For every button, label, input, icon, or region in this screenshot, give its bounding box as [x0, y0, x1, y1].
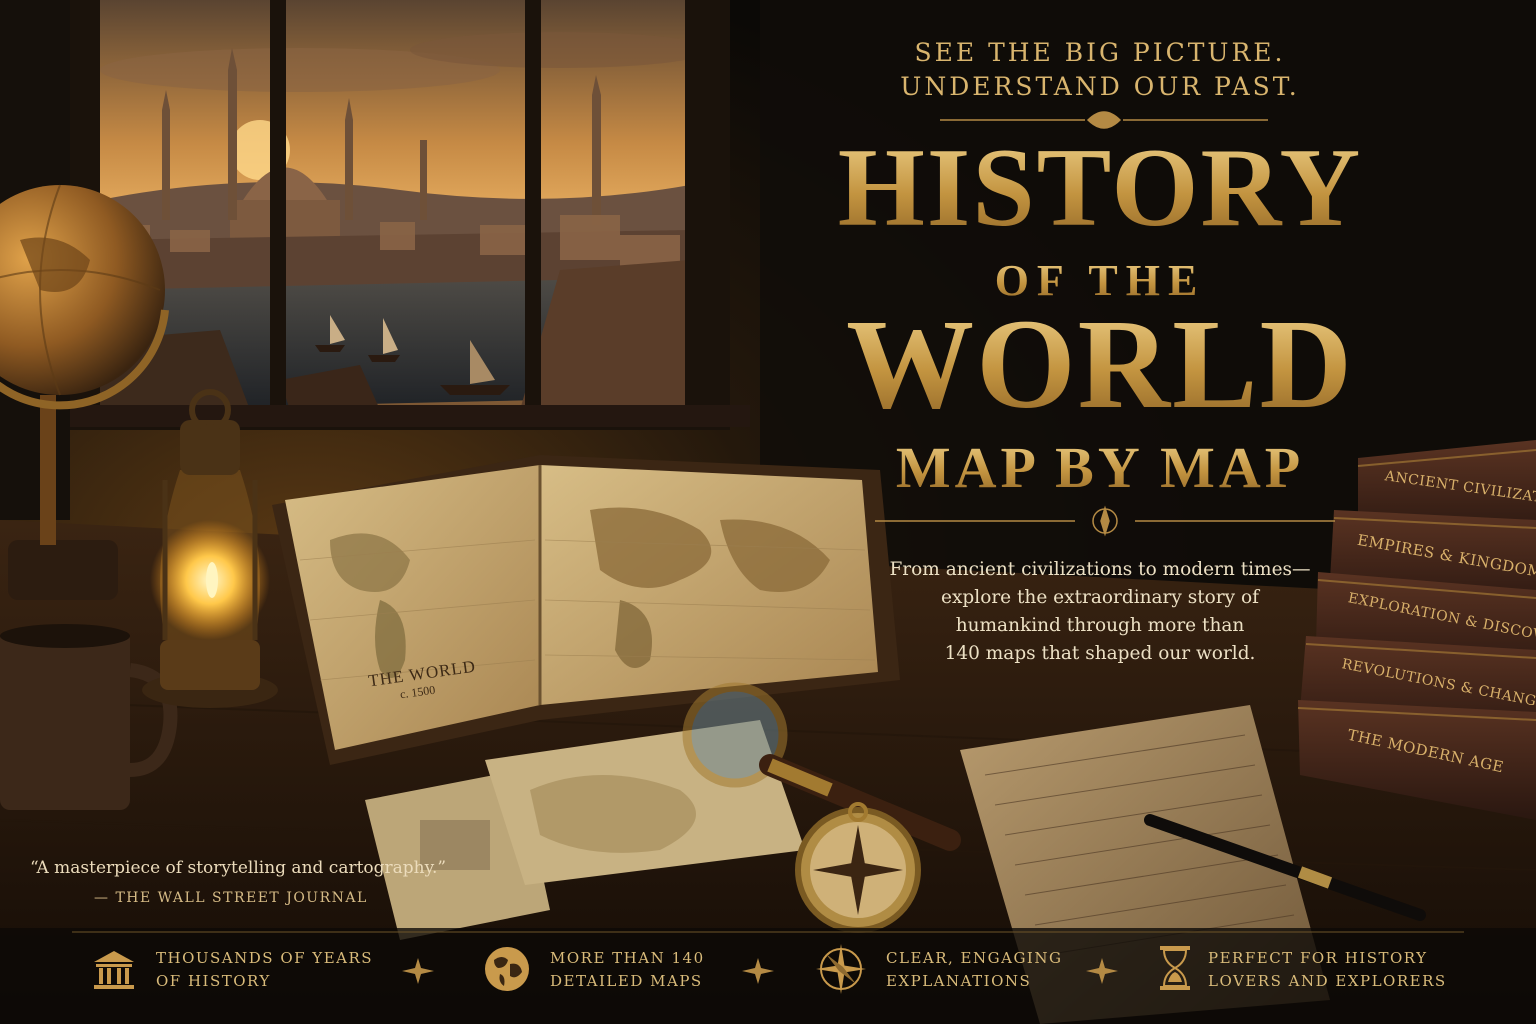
feature-history-line-1: THOUSANDS OF YEARS — [156, 949, 374, 967]
hourglass-icon — [1158, 944, 1192, 992]
feature-explanations: CLEAR, ENGAGING EXPLANATIONS — [886, 947, 1062, 993]
feature-history-line-2: OF HISTORY — [156, 972, 271, 990]
blurb-line-2: explore the extraordinary story of — [941, 587, 1259, 608]
review-quote: “A masterpiece of storytelling and carto… — [30, 858, 447, 878]
blurb-line-3: humankind through more than — [955, 615, 1245, 636]
tagline-line-2: UNDERSTAND OUR PAST. — [900, 72, 1300, 101]
title-history: HISTORY — [740, 128, 1460, 248]
feature-audience-line-1: PERFECT FOR HISTORY — [1208, 949, 1428, 967]
description-blurb: From ancient civilizations to modern tim… — [860, 556, 1340, 668]
temple-icon — [92, 948, 136, 992]
title-map-by-map: MAP BY MAP — [740, 436, 1460, 500]
tagline: SEE THE BIG PICTURE. UNDERSTAND OUR PAST… — [830, 36, 1370, 104]
sparkle-divider-icon — [1084, 956, 1120, 986]
feature-history: THOUSANDS OF YEARS OF HISTORY — [156, 947, 373, 993]
tagline-line-1: SEE THE BIG PICTURE. — [914, 38, 1286, 67]
feature-audience: PERFECT FOR HISTORY LOVERS AND EXPLORERS — [1208, 947, 1447, 993]
sparkle-divider-icon — [740, 956, 776, 986]
sparkle-divider-icon — [400, 956, 436, 986]
title-world: WORLD — [740, 298, 1460, 430]
feature-maps: MORE THAN 140 DETAILED MAPS — [550, 947, 705, 993]
feature-explanations-line-2: EXPLANATIONS — [886, 972, 1032, 990]
feature-explanations-line-1: CLEAR, ENGAGING — [886, 949, 1063, 967]
review-source: — THE WALL STREET JOURNAL — [94, 890, 368, 906]
feature-maps-line-1: MORE THAN 140 — [550, 949, 705, 967]
compass-rose-icon — [814, 942, 868, 996]
feature-maps-line-2: DETAILED MAPS — [550, 972, 703, 990]
feature-audience-line-2: LOVERS AND EXPLORERS — [1208, 972, 1447, 990]
blurb-line-1: From ancient civilizations to modern tim… — [889, 559, 1311, 580]
blurb-line-4: 140 maps that shaped our world. — [944, 643, 1256, 664]
globe-icon — [482, 944, 532, 994]
